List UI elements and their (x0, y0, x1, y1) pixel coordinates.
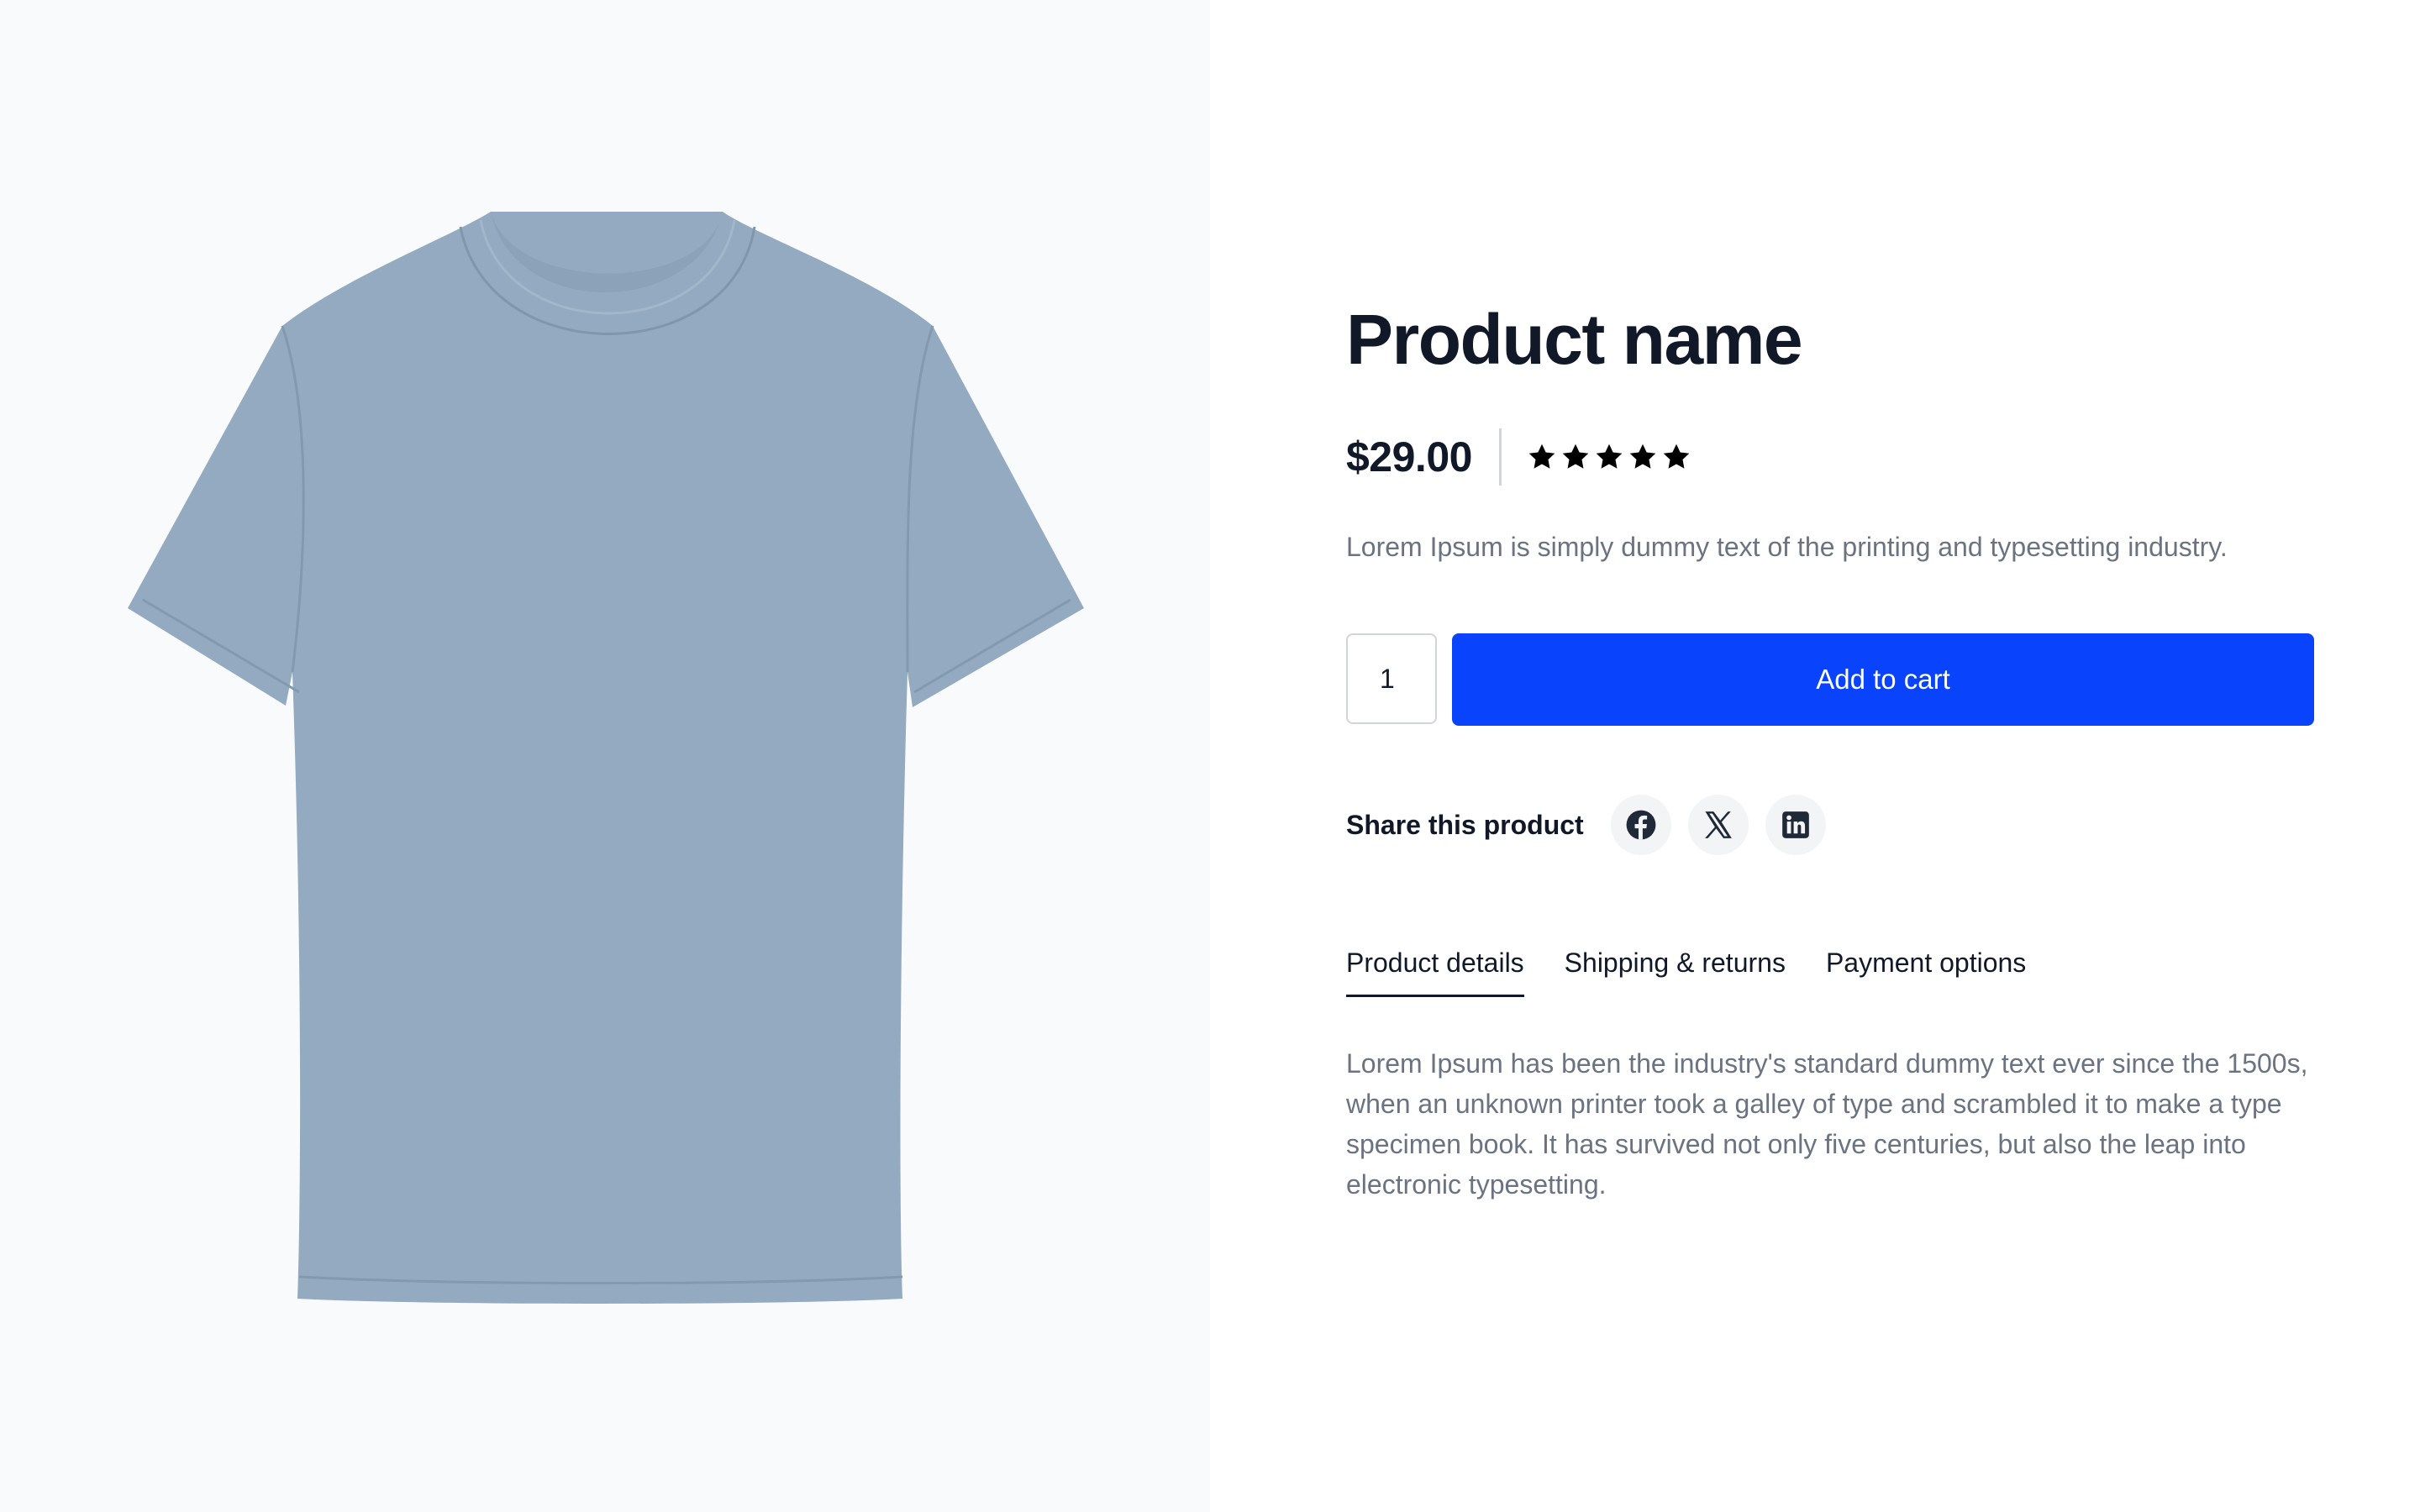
product-price: $29.00 (1346, 433, 1472, 480)
product-image (128, 212, 1084, 1304)
share-x-button[interactable] (1687, 795, 1749, 855)
star-icon (1596, 444, 1623, 469)
tab-shipping-returns[interactable]: Shipping & returns (1565, 949, 1786, 997)
tab-content: Lorem Ipsum has been the industry's stan… (1346, 1048, 2308, 1200)
tab-product-details[interactable]: Product details (1346, 949, 1524, 997)
share-label: Share this product (1346, 809, 1584, 840)
share-linkedin-button[interactable] (1765, 795, 1826, 855)
quantity-input[interactable] (1346, 633, 1437, 724)
product-short-description: Lorem Ipsum is simply dummy text of the … (1346, 532, 2228, 562)
tshirt-shape (128, 212, 1084, 1304)
product-image-panel (0, 0, 1210, 1512)
facebook-icon (1626, 810, 1656, 840)
product-info: Product name $29.00 Lorem Ipsum is simpl… (1346, 0, 2321, 1512)
product-title: Product name (1346, 300, 1803, 379)
linkedin-icon (1781, 811, 1809, 838)
product-tabs: Product details Shipping & returns Payme… (1346, 949, 2066, 997)
star-icon (1528, 444, 1555, 469)
rating-stars (1527, 442, 1691, 472)
x-icon (1704, 811, 1732, 838)
share-facebook-button[interactable] (1610, 795, 1671, 855)
star-icon (1562, 444, 1589, 469)
share-row: Share this product (1346, 795, 1843, 855)
divider (1498, 428, 1502, 486)
star-icon (1629, 444, 1656, 469)
add-to-cart-button[interactable]: Add to cart (1452, 633, 2314, 726)
star-icon (1663, 444, 1690, 469)
price-rating-row: $29.00 (1346, 428, 1691, 486)
tab-payment-options[interactable]: Payment options (1826, 949, 2026, 997)
